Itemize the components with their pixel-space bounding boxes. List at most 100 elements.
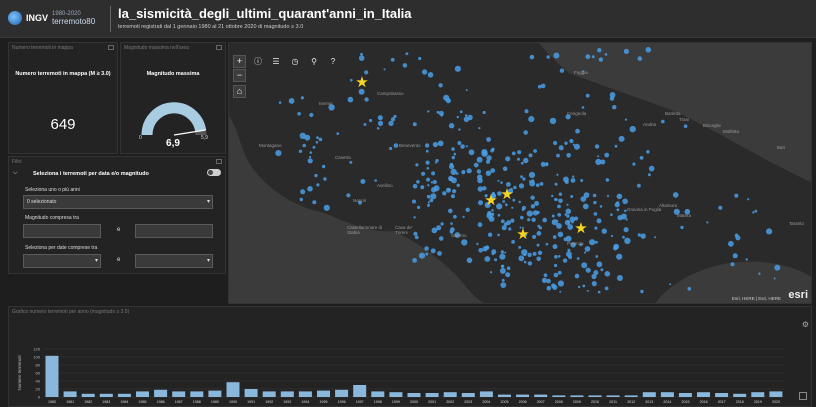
bar[interactable] [425, 393, 439, 397]
earthquake-marker[interactable] [504, 203, 508, 207]
earthquake-marker[interactable] [523, 260, 527, 264]
earthquake-marker[interactable] [718, 205, 723, 210]
earthquake-marker[interactable] [616, 275, 623, 281]
earthquake-marker[interactable] [490, 168, 496, 173]
earthquake-marker[interactable] [558, 145, 564, 151]
earthquake-marker[interactable] [467, 114, 473, 121]
earthquake-marker[interactable] [299, 197, 303, 202]
bar[interactable] [570, 395, 584, 397]
earthquake-marker[interactable] [567, 248, 571, 252]
earthquake-marker[interactable] [501, 278, 505, 282]
earthquake-marker[interactable] [476, 169, 482, 174]
earthquake-marker[interactable] [774, 264, 781, 271]
earthquake-marker[interactable] [517, 157, 520, 161]
star-icon[interactable]: ★ [484, 192, 497, 209]
bar[interactable] [190, 391, 204, 397]
earthquake-marker[interactable] [745, 258, 748, 261]
magnitude-max-input[interactable] [135, 224, 213, 238]
bar[interactable] [335, 389, 349, 397]
earthquake-marker[interactable] [435, 159, 439, 163]
maximize-icon[interactable] [216, 159, 222, 164]
earthquake-marker[interactable] [484, 256, 491, 262]
earthquake-marker[interactable] [476, 242, 479, 246]
earthquake-marker[interactable] [766, 228, 773, 235]
earthquake-marker[interactable] [569, 138, 574, 144]
earthquake-marker[interactable] [360, 52, 363, 56]
earthquake-marker[interactable] [436, 110, 440, 114]
earthquake-marker[interactable] [425, 252, 429, 256]
earthquake-marker[interactable] [612, 105, 617, 110]
earthquake-marker[interactable] [593, 212, 598, 216]
earthquake-marker[interactable] [402, 63, 408, 68]
earthquake-marker[interactable] [451, 147, 455, 151]
earthquake-marker[interactable] [438, 83, 443, 88]
earthquake-marker[interactable] [610, 213, 613, 216]
earthquake-marker[interactable] [520, 161, 524, 165]
earthquake-marker[interactable] [318, 137, 323, 142]
earthquake-marker[interactable] [687, 287, 692, 291]
earthquake-marker[interactable] [528, 180, 532, 183]
bar[interactable] [298, 391, 312, 397]
earthquake-marker[interactable] [482, 110, 486, 115]
earthquake-marker[interactable] [500, 250, 504, 254]
earthquake-marker[interactable] [565, 208, 572, 215]
earthquake-marker[interactable] [552, 244, 558, 250]
earthquake-marker[interactable] [594, 240, 598, 244]
bar[interactable] [244, 389, 258, 397]
earthquake-marker[interactable] [529, 54, 535, 60]
earthquake-marker[interactable] [551, 194, 554, 198]
earthquake-marker[interactable] [601, 228, 607, 234]
earthquake-marker[interactable] [309, 151, 313, 154]
help-icon[interactable]: ? [326, 55, 340, 69]
earthquake-marker[interactable] [448, 208, 453, 214]
earthquake-marker[interactable] [632, 162, 636, 166]
earthquake-marker[interactable] [545, 242, 549, 246]
earthquake-marker[interactable] [553, 52, 560, 59]
home-button[interactable]: ⌂ [233, 85, 246, 98]
earthquake-marker[interactable] [728, 240, 734, 247]
earthquake-marker[interactable] [506, 266, 511, 270]
map-panel[interactable]: ★ ★ ★ ★ ★ + − ⌂ ⓘ ☰ ◷ ⚲ ? Foggia Campobasso … [228, 42, 812, 304]
bar[interactable] [624, 395, 638, 397]
earthquake-marker[interactable] [452, 189, 457, 194]
star-icon[interactable]: ★ [355, 74, 368, 91]
earthquake-marker[interactable] [523, 157, 529, 164]
earthquake-marker[interactable] [522, 205, 526, 210]
earthquake-marker[interactable] [582, 203, 589, 210]
earthquake-marker[interactable] [499, 267, 506, 274]
earthquake-marker[interactable] [316, 136, 319, 139]
earthquake-marker[interactable] [336, 132, 340, 135]
earthquake-marker[interactable] [747, 198, 750, 201]
earthquake-marker[interactable] [773, 277, 776, 280]
earthquake-marker[interactable] [414, 235, 419, 240]
years-select[interactable]: 0 selezionato [23, 195, 213, 209]
earthquake-marker[interactable] [363, 123, 367, 126]
earthquake-marker[interactable] [528, 116, 535, 123]
earthquake-marker[interactable] [316, 183, 320, 187]
earthquake-marker[interactable] [552, 235, 557, 239]
earthquake-marker[interactable] [531, 217, 536, 222]
earthquake-marker[interactable] [581, 262, 588, 269]
earthquake-marker[interactable] [424, 143, 430, 148]
earthquake-marker[interactable] [654, 236, 656, 239]
earthquake-marker[interactable] [566, 203, 569, 206]
earthquake-marker[interactable] [604, 152, 610, 158]
earthquake-marker[interactable] [618, 135, 625, 142]
bar[interactable] [280, 391, 294, 397]
earthquake-marker[interactable] [613, 243, 620, 250]
earthquake-marker[interactable] [530, 204, 536, 209]
earthquake-marker[interactable] [637, 183, 641, 188]
earthquake-marker[interactable] [450, 227, 455, 233]
earthquake-marker[interactable] [616, 253, 623, 260]
earthquake-marker[interactable] [557, 231, 564, 238]
earthquake-marker[interactable] [558, 192, 563, 196]
earthquake-marker[interactable] [623, 227, 629, 233]
bar[interactable] [353, 385, 367, 397]
earthquake-marker[interactable] [640, 233, 646, 239]
earthquake-marker[interactable] [584, 246, 591, 252]
earthquake-marker[interactable] [377, 120, 384, 126]
earthquake-marker[interactable] [312, 145, 316, 149]
earthquake-marker[interactable] [532, 234, 537, 239]
earthquake-marker[interactable] [616, 208, 620, 212]
earthquake-marker[interactable] [614, 202, 620, 208]
